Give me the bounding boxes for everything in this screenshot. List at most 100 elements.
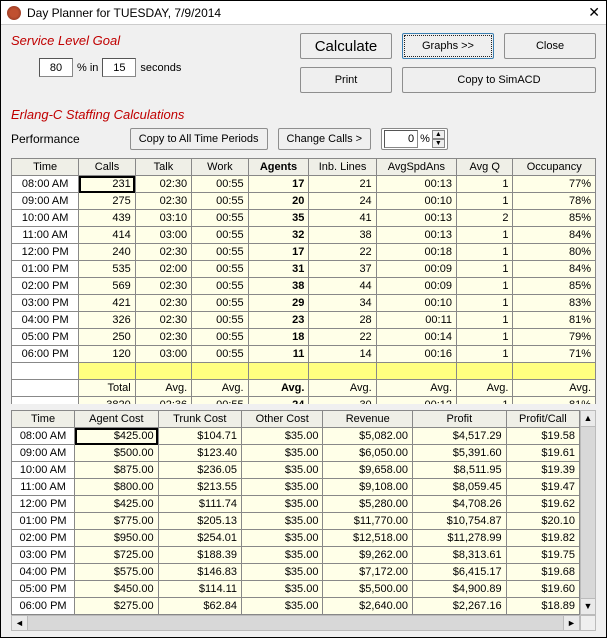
cell[interactable]: 1 [457,227,513,244]
cell[interactable]: 10:00 AM [12,462,75,479]
cell[interactable]: $425.00 [75,428,158,445]
cell[interactable]: 00:10 [376,193,456,210]
cell[interactable]: 00:09 [376,278,456,295]
cell[interactable]: 00:55 [192,312,248,329]
cell[interactable]: 00:13 [376,227,456,244]
cell[interactable]: 02:30 [135,278,191,295]
cell[interactable]: 00:12 [376,397,456,405]
cell[interactable]: 3820 [79,397,135,405]
cell[interactable]: $35.00 [242,581,323,598]
cell[interactable]: 80% [513,244,596,261]
cell[interactable]: 32 [248,227,309,244]
cell[interactable]: 20 [248,193,309,210]
cell[interactable]: 41 [309,210,376,227]
scroll-down-icon[interactable]: ▼ [581,598,595,614]
cell[interactable]: $950.00 [75,530,158,547]
hscrollbar[interactable]: ◄ ► [11,615,580,631]
cell[interactable] [248,363,309,380]
cell[interactable]: 250 [79,329,135,346]
cell[interactable]: $875.00 [75,462,158,479]
cell[interactable]: 12:00 PM [12,496,75,513]
cell[interactable]: 12:00 PM [12,244,79,261]
cell[interactable]: $500.00 [75,445,158,462]
cell[interactable]: Avg. [192,380,248,397]
cell[interactable]: 03:00 [135,346,191,363]
cell[interactable]: 00:55 [192,295,248,312]
cell[interactable]: 00:13 [376,176,456,193]
cell[interactable]: $19.60 [506,581,579,598]
cell[interactable]: 1 [457,176,513,193]
cell[interactable] [457,363,513,380]
cell[interactable]: $4,517.29 [413,428,507,445]
graphs-button[interactable]: Graphs >> [402,33,494,59]
vscrollbar[interactable]: ▲ ▼ [580,410,596,615]
cell[interactable]: 00:55 [192,176,248,193]
cell[interactable]: $4,708.26 [413,496,507,513]
cell[interactable]: 00:55 [192,244,248,261]
cell[interactable]: 84% [513,227,596,244]
cell[interactable]: 421 [79,295,135,312]
cell[interactable]: 00:55 [192,261,248,278]
cell[interactable]: $111.74 [158,496,241,513]
cell[interactable]: $5,500.00 [323,581,413,598]
cell[interactable]: 231 [79,176,135,193]
cell[interactable]: $35.00 [242,513,323,530]
cell[interactable]: 81% [513,312,596,329]
cell[interactable]: 17 [248,244,309,261]
cell[interactable]: $19.62 [506,496,579,513]
cell[interactable]: 08:00 AM [12,176,79,193]
cell[interactable]: $5,391.60 [413,445,507,462]
cell[interactable]: 24 [248,397,309,405]
cell[interactable]: $19.58 [506,428,579,445]
cell[interactable]: $19.47 [506,479,579,496]
cell[interactable]: 03:00 [135,227,191,244]
cell[interactable]: $19.82 [506,530,579,547]
cell[interactable]: $19.75 [506,547,579,564]
cell[interactable]: $18.89 [506,598,579,615]
cell[interactable]: 17 [248,176,309,193]
cell[interactable]: 11:00 AM [12,227,79,244]
cell[interactable]: 120 [79,346,135,363]
cell[interactable]: $35.00 [242,428,323,445]
cell[interactable]: $146.83 [158,564,241,581]
cell[interactable]: 18 [248,329,309,346]
cell[interactable]: 00:55 [192,346,248,363]
cell[interactable]: 81% [513,397,596,405]
cell[interactable]: 275 [79,193,135,210]
cell[interactable]: 02:30 [135,176,191,193]
cell[interactable]: $35.00 [242,496,323,513]
cell[interactable]: 02:36 [135,397,191,405]
cell[interactable]: $2,267.16 [413,598,507,615]
cell[interactable]: 00:55 [192,227,248,244]
cell[interactable]: $5,082.00 [323,428,413,445]
cell[interactable]: Avg. [376,380,456,397]
cell[interactable]: 00:55 [192,210,248,227]
cell[interactable]: $450.00 [75,581,158,598]
cell[interactable]: 78% [513,193,596,210]
cell[interactable]: 85% [513,210,596,227]
cell[interactable]: 14 [309,346,376,363]
cell[interactable]: 21 [309,176,376,193]
cell[interactable]: 00:55 [192,397,248,405]
cell[interactable]: 10:00 AM [12,210,79,227]
cell[interactable]: 71% [513,346,596,363]
cell[interactable]: 00:13 [376,210,456,227]
cell[interactable]: 02:30 [135,312,191,329]
cell[interactable]: $5,280.00 [323,496,413,513]
cell[interactable] [513,363,596,380]
cell[interactable]: 23 [248,312,309,329]
cell[interactable]: $188.39 [158,547,241,564]
cell[interactable] [135,363,191,380]
cell[interactable]: $213.55 [158,479,241,496]
cell[interactable] [309,363,376,380]
cell[interactable]: $236.05 [158,462,241,479]
cell[interactable]: 02:00 [135,261,191,278]
cell[interactable]: $19.61 [506,445,579,462]
cell[interactable]: 44 [309,278,376,295]
cell[interactable]: $8,313.61 [413,547,507,564]
cell[interactable]: 414 [79,227,135,244]
cell[interactable]: 35 [248,210,309,227]
cell[interactable]: $8,511.95 [413,462,507,479]
cell[interactable]: $19.68 [506,564,579,581]
cell[interactable]: 77% [513,176,596,193]
